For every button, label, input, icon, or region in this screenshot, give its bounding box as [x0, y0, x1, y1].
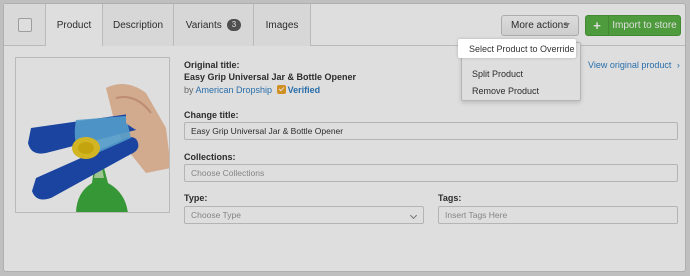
view-original-label: View original product: [588, 60, 672, 70]
tab-bar: Product Description Variants 3 Images Mo…: [4, 4, 685, 46]
tab-variants-label: Variants: [185, 19, 222, 31]
type-select-value: Choose Type: [191, 210, 241, 220]
more-actions-button[interactable]: More actions: [501, 15, 579, 36]
type-label: Type:: [184, 193, 208, 203]
chevron-down-icon: [564, 23, 570, 27]
original-title-label: Original title:: [184, 60, 240, 70]
menu-item-split-product[interactable]: Split Product: [462, 65, 580, 82]
tab-description-label: Description: [112, 19, 164, 31]
product-image[interactable]: [15, 57, 170, 213]
change-title-label: Change title:: [184, 110, 239, 120]
select-product-checkbox[interactable]: [18, 18, 32, 32]
tab-product[interactable]: Product: [46, 4, 103, 46]
more-actions-label: More actions: [511, 20, 569, 31]
import-to-store-label: Import to store: [612, 20, 677, 31]
chevron-right-icon: ›: [676, 60, 680, 70]
menu-item-select-product-to-override[interactable]: Select Product to Override: [458, 39, 576, 58]
plus-icon: +: [586, 16, 609, 35]
title-input[interactable]: Easy Grip Universal Jar & Bottle Opener: [184, 122, 678, 140]
tab-images-label: Images: [265, 19, 299, 31]
tab-images[interactable]: Images: [254, 4, 311, 46]
collections-input[interactable]: Choose Collections: [184, 164, 678, 182]
supplier-link[interactable]: American Dropship: [196, 85, 273, 95]
jar-opener-image-icon: [16, 58, 169, 212]
by-label: by: [184, 85, 194, 95]
chevron-down-icon: [409, 211, 418, 220]
product-editor-card: Product Description Variants 3 Images Mo…: [3, 3, 686, 272]
verified-icon: [276, 85, 286, 94]
view-original-product-link[interactable]: View original product ›: [588, 60, 680, 70]
tab-variants[interactable]: Variants 3: [174, 4, 254, 46]
tab-product-label: Product: [56, 19, 92, 31]
tab-description[interactable]: Description: [103, 4, 174, 46]
verified-label: Verified: [287, 85, 321, 95]
import-to-store-button[interactable]: + Import to store: [585, 15, 681, 36]
type-select[interactable]: Choose Type: [184, 206, 424, 224]
supplier-line: by American Dropship Verified: [184, 85, 320, 95]
variants-count-badge: 3: [226, 19, 242, 31]
select-product-cell: [4, 4, 46, 45]
collections-label: Collections:: [184, 152, 236, 162]
original-title: Easy Grip Universal Jar & Bottle Opener: [184, 72, 357, 82]
menu-item-remove-product[interactable]: Remove Product: [462, 82, 580, 99]
tags-input[interactable]: Insert Tags Here: [438, 206, 678, 224]
tags-label: Tags:: [438, 193, 462, 203]
